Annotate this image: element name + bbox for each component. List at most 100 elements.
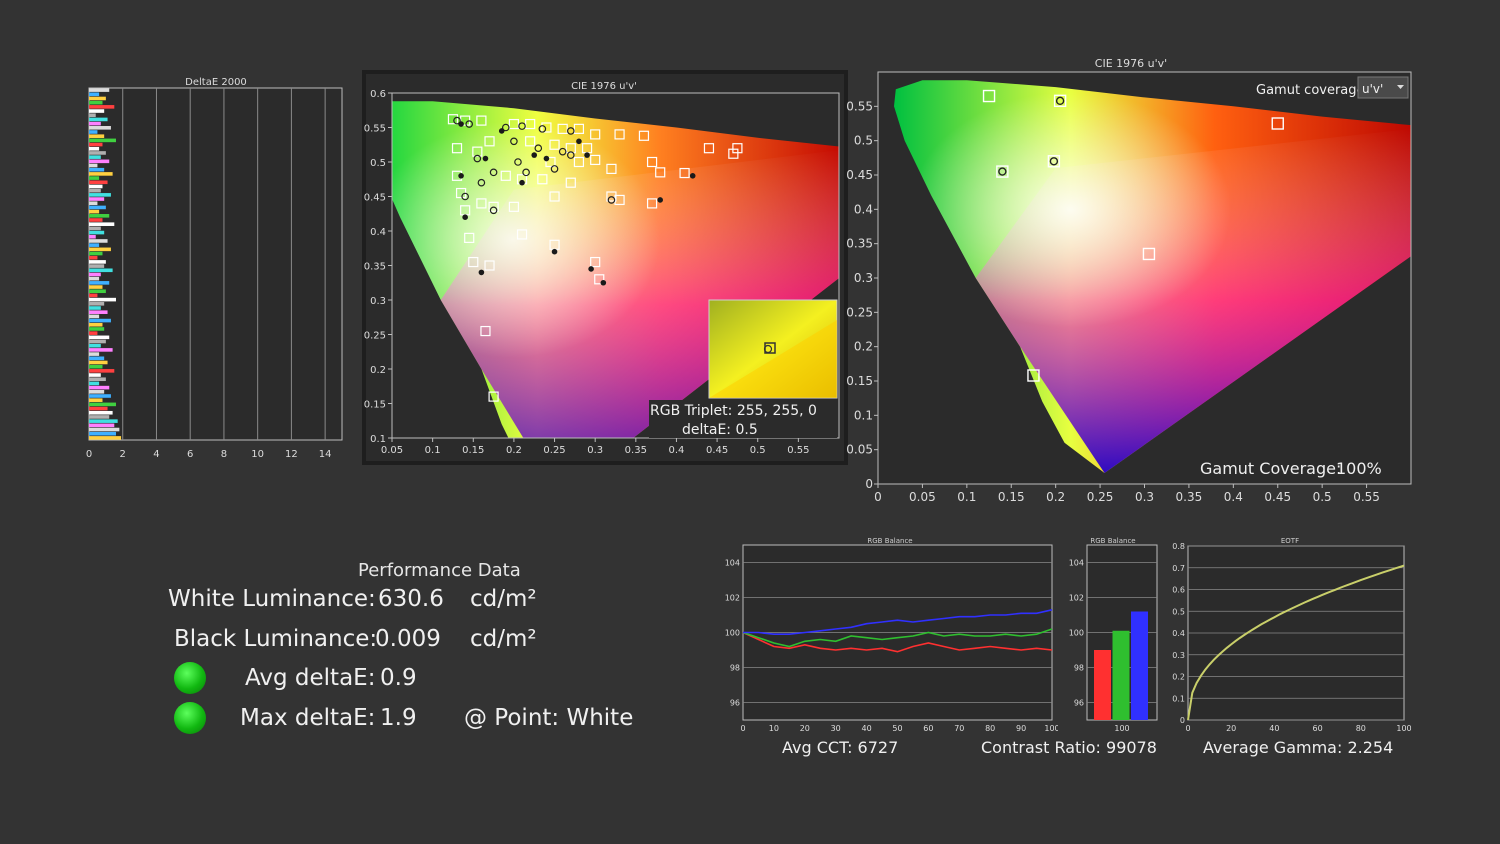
deltae-bar <box>89 339 106 344</box>
deltae-bar <box>89 281 110 285</box>
cie-small-xtick-label: 0.05 <box>381 445 403 456</box>
white-luminance-label: White Luminance: <box>168 586 376 612</box>
deltae-bar <box>89 369 115 373</box>
cie-large-ytick-label: 0.3 <box>854 271 873 285</box>
cie-small-xtick-label: 0.45 <box>706 445 728 456</box>
deltae-bar <box>89 146 100 151</box>
deltae-bar <box>89 130 98 134</box>
deltae-bar <box>89 239 108 243</box>
deltae-bar <box>89 272 101 277</box>
eotf-xtick-label: 100 <box>1396 724 1411 733</box>
gamut-coverage-label: Gamut coverage: <box>1256 83 1369 98</box>
cie-small-xtick-label: 0.15 <box>462 445 484 456</box>
cie-small-xtick-label: 0.3 <box>587 445 603 456</box>
cie-large-xtick-label: 0.55 <box>1353 490 1380 504</box>
cie-large-xtick-label: 0.35 <box>1176 490 1203 504</box>
deltae-bar <box>89 352 100 356</box>
deltae-bar <box>89 113 96 118</box>
deltae-bar <box>89 188 101 193</box>
deltae-bar <box>89 419 118 423</box>
cie-small-measured-dot <box>482 155 489 162</box>
deltae-bar <box>89 251 103 256</box>
gamut-coverage-select-value: u'v' <box>1362 82 1383 96</box>
cie-large-ytick-label: 0 <box>865 477 873 491</box>
rgb-line-xtick-label: 50 <box>892 724 902 733</box>
cie-small-ytick-label: 0.6 <box>370 89 386 100</box>
deltae-bar <box>89 322 103 327</box>
rgb-line-ytick-label: 100 <box>725 629 740 638</box>
deltae-bar <box>89 415 110 419</box>
cie-small-ytick-label: 0.2 <box>370 365 386 376</box>
black-luminance-unit: cd/m² <box>470 626 537 652</box>
cie-large-xtick-label: 0.3 <box>1135 490 1154 504</box>
gamut-coverage-select[interactable]: u'v' <box>1357 76 1409 99</box>
eotf-ytick-label: 0.8 <box>1172 542 1185 551</box>
deltae-tick-label: 10 <box>251 449 264 460</box>
cie-large-title: CIE 1976 u'v' <box>1095 57 1167 70</box>
cie-small-measured-dot <box>588 266 594 272</box>
deltae-bar <box>89 402 116 407</box>
rgb-bar-ytick-label: 96 <box>1074 699 1084 708</box>
rgb-line-ytick-label: 104 <box>725 559 740 568</box>
eotf-xtick-label: 20 <box>1226 724 1236 733</box>
black-luminance-value: 0.009 <box>375 626 441 652</box>
cie-small-ytick-label: 0.3 <box>370 296 386 307</box>
cie-large-ytick-label: 0.35 <box>846 237 873 251</box>
eotf-chart: EOTF 0 0.1 0.2 0.3 0.4 0.5 0.6 0.7 0.8 0 20 40 60 80 1… <box>1172 537 1411 733</box>
rgb-line-ytick-label: 96 <box>730 699 740 708</box>
cie-large-ytick-label: 0.25 <box>846 305 873 319</box>
deltae-bar <box>89 436 122 440</box>
deltae-bar <box>89 193 111 197</box>
deltae-bar <box>89 390 105 394</box>
deltae-bar <box>89 109 105 113</box>
eotf-xtick-label: 60 <box>1313 724 1323 733</box>
eotf-xtick-label: 80 <box>1356 724 1366 733</box>
performance-data: Performance Data White Luminance: 630.6 … <box>160 556 680 746</box>
eotf-title: EOTF <box>1281 537 1299 545</box>
deltae-bar <box>89 121 101 126</box>
deltae-bar <box>89 226 101 231</box>
cie-small-measured-dot <box>543 155 550 162</box>
deltae-tick-label: 0 <box>86 449 92 460</box>
rgb-balance-line-chart: RGB Balance 96 98 100 102 104 0 10 20 30 40 50 60 70… <box>725 537 1058 733</box>
average-gamma: Average Gamma: 2.254 <box>1203 738 1394 757</box>
deltae-bar <box>89 172 113 176</box>
eotf-xtick-label: 40 <box>1269 724 1279 733</box>
deltae-bar <box>89 398 103 402</box>
rgb-bar-red <box>1094 650 1111 720</box>
deltae-bar <box>89 180 108 185</box>
cie-small-ytick-label: 0.55 <box>364 124 386 135</box>
cie-large-xtick-label: 0 <box>874 490 882 504</box>
rgb-line-ytick-label: 98 <box>730 664 740 673</box>
cie-large-ytick-label: 0.15 <box>846 374 873 388</box>
eotf-ytick-label: 0.6 <box>1172 586 1185 595</box>
performance-title: Performance Data <box>358 560 521 581</box>
deltae-tick-label: 8 <box>221 449 227 460</box>
deltae-bar <box>89 247 111 252</box>
rgb-bar-green <box>1112 630 1130 720</box>
deltae-chart-title: DeltaE 2000 <box>185 77 247 88</box>
deltae-tick-label: 4 <box>153 449 159 460</box>
rgb-bar-ytick-label: 102 <box>1069 594 1084 603</box>
deltae-bar <box>89 310 108 314</box>
cie-small-xtick-label: 0.35 <box>625 445 647 456</box>
cie-small-measured-dot <box>584 152 590 158</box>
white-luminance-value: 630.6 <box>378 586 444 612</box>
cie-small-measured-dot <box>576 138 582 145</box>
deltae-bar <box>89 343 101 348</box>
deltae-bar <box>89 293 98 298</box>
cie-small-measured-dot <box>519 179 525 186</box>
cie-small-ytick-label: 0.45 <box>364 193 386 204</box>
deltae-plot-area <box>88 87 343 441</box>
cie-small-ytick-label: 0.1 <box>370 434 386 445</box>
deltae-chart: DeltaE 2000 0 2 4 6 8 10 12 14 <box>86 77 343 460</box>
deltae-bar <box>89 302 105 306</box>
deltae-bar <box>89 264 105 268</box>
deltae-bar <box>89 96 106 101</box>
deltae-bar <box>89 348 113 352</box>
rgb-line-xtick-label: 30 <box>831 724 841 733</box>
eotf-ytick-label: 0.3 <box>1172 651 1185 660</box>
rgb-bar-ytick-label: 98 <box>1074 664 1084 673</box>
cie-small-xtick-label: 0.5 <box>750 445 766 456</box>
deltae-bar <box>89 410 113 415</box>
